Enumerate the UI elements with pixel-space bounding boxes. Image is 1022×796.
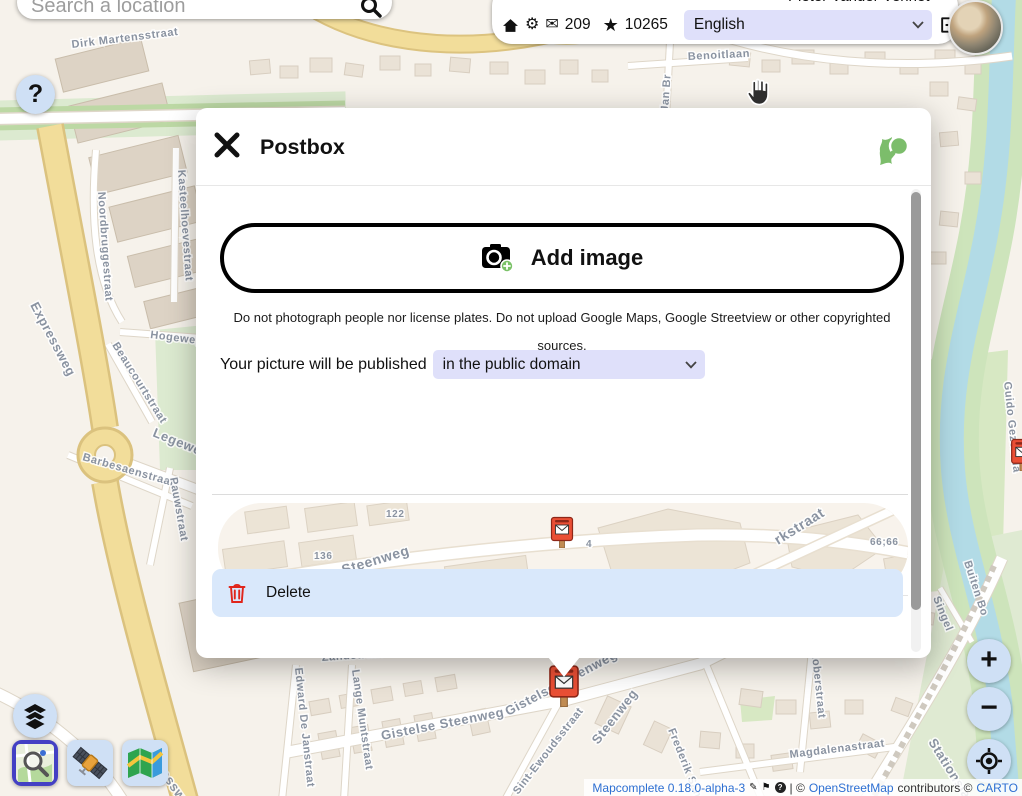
message-count: 209 [565,16,591,34]
close-icon[interactable] [213,131,241,159]
street-label: 136 [314,551,333,562]
style-button-map[interactable] [122,740,168,786]
help-label: ? [28,80,43,109]
username[interactable]: Pieter Vander Vennet [788,0,930,5]
style-button-osm[interactable] [12,740,58,786]
street-label: 4 [586,539,592,550]
search-input[interactable] [17,0,360,19]
zoom-in-button[interactable]: + [967,639,1011,683]
gear-icon[interactable]: ⚙ [525,17,539,33]
home-icon[interactable] [502,17,519,34]
trash-icon [227,582,247,604]
attribution-copyright: | © [790,781,805,795]
street-label: 66;66 [870,537,899,548]
crosshair-icon [975,747,1003,775]
help-button[interactable]: ? [16,75,55,114]
attribution-bar: Mapcomplete 0.18.0-alpha-3 ✎ ⚑? | © OpenSt… [584,779,1022,796]
mapcomplete-version-link[interactable]: Mapcomplete 0.18.0-alpha-3 [592,781,745,795]
flag-icon: ⚑ [762,782,771,793]
delete-label: Delete [266,584,311,602]
layers-icon [21,702,49,730]
plus-icon: + [980,660,998,663]
divider [212,494,908,495]
dialog-scrollbar-thumb[interactable] [911,192,921,610]
satellite-icon [71,744,109,782]
user-panel: Pieter Vander Vennet ⚙ ✉ 209 ★ 10265 Eng… [492,0,958,44]
language-value: English [694,16,745,34]
search-bar [17,0,392,19]
style-button-satellite[interactable] [67,740,113,786]
mapcomplete-logo-icon [876,133,910,169]
question-badge-icon[interactable]: ? [775,782,786,793]
background-style-row [12,740,168,786]
license-prefix: Your picture will be published [220,356,427,374]
mapcomplete-app: { "search": { "placeholder": "Search a l… [0,0,1022,796]
avatar[interactable] [948,0,1003,55]
dialog-title: Postbox [260,135,345,160]
add-image-label: Add image [531,245,643,271]
minus-icon: − [980,708,998,711]
dialog-scrollbar[interactable] [911,189,921,652]
folded-map-icon [125,744,165,782]
zoom-out-button[interactable]: − [967,687,1011,731]
carto-link[interactable]: CARTO [976,781,1018,795]
osm-link[interactable]: OpenStreetMap [809,781,894,795]
add-image-button[interactable]: Add image [220,223,904,293]
mail-icon[interactable]: ✉ [545,17,558,33]
street-label: 122 [386,509,405,520]
postbox-dialog: Postbox Add image Do not photograph peop… [196,108,931,658]
search-icon[interactable] [360,0,382,18]
star-icon: ★ [603,16,619,34]
dialog-header: Postbox [196,108,931,185]
dialog-pointer [548,657,580,677]
osm-map-icon [16,744,54,782]
license-select[interactable]: in the public domain [433,350,705,379]
geolocate-button[interactable] [967,739,1011,783]
attribution-contributors: contributors © [898,781,973,795]
language-select[interactable]: English [684,10,932,40]
chevron-down-icon [912,21,924,29]
layers-button[interactable] [13,694,57,738]
dialog-body: Add image Do not photograph people nor l… [196,185,931,659]
camera-plus-icon [481,243,515,273]
star-count: 10265 [625,16,668,34]
delete-button[interactable]: Delete [212,569,903,617]
chevron-down-icon [685,361,697,369]
license-value: in the public domain [443,356,581,374]
pencil-icon: ✎ [749,782,757,793]
